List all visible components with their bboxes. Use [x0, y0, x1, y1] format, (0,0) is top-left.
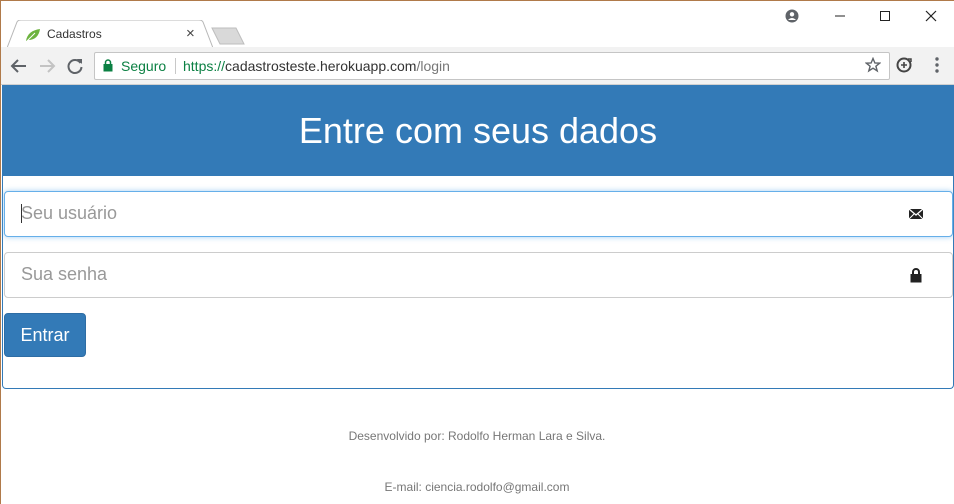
close-window-icon[interactable]: [919, 5, 943, 27]
login-panel: Entre com seus dados Entrar: [2, 85, 954, 389]
back-arrow-icon[interactable]: [10, 57, 28, 75]
username-field-group[interactable]: [4, 191, 953, 237]
browser-toolbar: Seguro https://cadastrosteste.herokuapp.…: [1, 47, 954, 85]
url-host: cadastrosteste.herokuapp.com: [225, 58, 417, 74]
secure-lock-icon: [103, 59, 113, 72]
tab-strip: Cadastros ×: [1, 1, 954, 48]
browser-menu-icon[interactable]: [929, 56, 945, 74]
address-bar[interactable]: Seguro https://cadastrosteste.herokuapp.…: [94, 52, 890, 80]
new-tab-button[interactable]: [211, 27, 245, 45]
minimize-icon[interactable]: [828, 5, 852, 27]
reload-icon[interactable]: [66, 57, 84, 75]
secure-label: Seguro: [121, 58, 167, 74]
bookmark-star-icon[interactable]: [865, 57, 881, 73]
leaf-favicon-icon: [26, 29, 40, 42]
profile-icon[interactable]: [780, 5, 804, 27]
extension-sync-icon[interactable]: [895, 56, 913, 74]
envelope-icon: [908, 208, 924, 220]
omnibox-divider: [175, 58, 176, 74]
text-caret: [21, 204, 22, 223]
password-field-group[interactable]: [4, 252, 953, 298]
lock-icon: [910, 268, 922, 283]
login-submit-button[interactable]: Entrar: [4, 313, 86, 357]
url-text: https://cadastrosteste.herokuapp.com/log…: [183, 58, 450, 74]
username-input[interactable]: [19, 192, 881, 234]
footer-email: E-mail: ciencia.rodolfo@gmail.com: [384, 480, 570, 494]
page-title: Entre com seus dados: [3, 85, 953, 176]
password-input[interactable]: [19, 253, 881, 295]
tab-title: Cadastros: [47, 27, 102, 41]
forward-arrow-icon[interactable]: [38, 57, 56, 75]
tab-close-icon[interactable]: ×: [186, 25, 195, 42]
url-scheme: https://: [183, 58, 226, 74]
url-path: /login: [416, 58, 450, 74]
maximize-icon[interactable]: [873, 5, 897, 27]
footer-developer-credit: Desenvolvido por: Rodolfo Herman Lara e …: [348, 429, 606, 443]
